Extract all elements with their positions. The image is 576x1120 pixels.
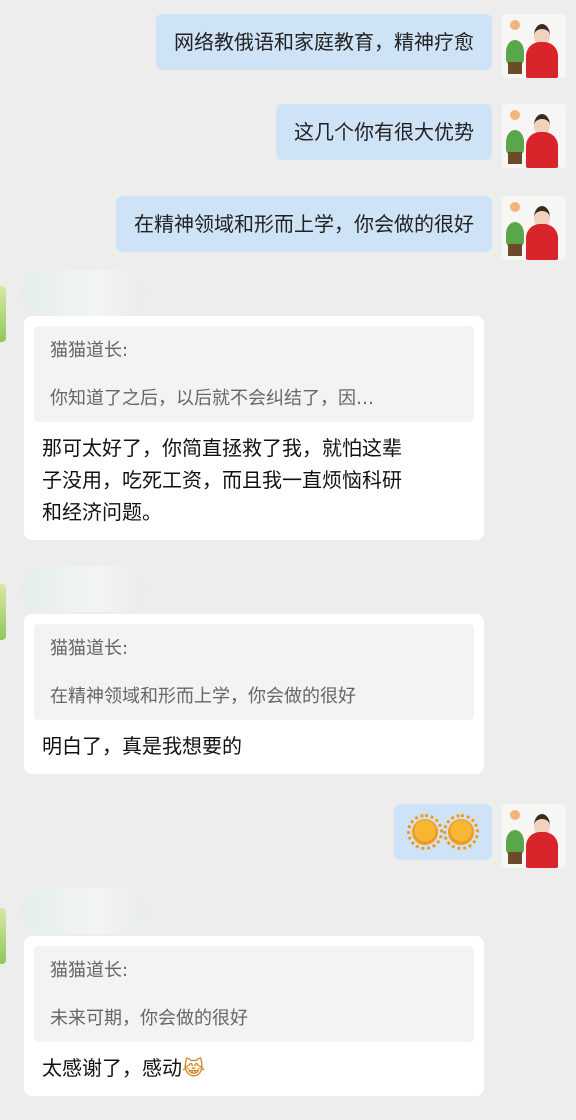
sender-avatar[interactable] [0,286,6,342]
reply-line: 太感谢了，感动 [42,1056,182,1080]
sent-message: 这几个你有很大优势 [276,104,566,168]
reply-line: 和经济问题。 [42,500,162,524]
quoted-message[interactable]: 猫猫道长: 你知道了之后，以后就不会纠结了，因… [34,326,474,422]
sender-avatar[interactable] [0,584,6,640]
sun-emoji-icon [443,813,479,850]
quote-text: 未来可期，你会做的很好 [50,1008,248,1029]
reply-line: 明白了，真是我想要的 [42,734,242,758]
quote-text: 你知道了之后，以后就不会纠结了，因… [50,388,374,409]
sent-bubble[interactable]: 在精神领域和形而上学，你会做的很好 [116,196,492,252]
sender-avatar[interactable] [0,908,6,964]
reply-line: 子没用，吃死工资，而且我一直烦恼科研 [42,468,402,492]
reply-line: 那可太好了，你简直拯救了我，就怕这辈 [42,436,402,460]
sent-message: 网络教俄语和家庭教育，精神疗愈 [156,14,566,78]
quoted-message[interactable]: 猫猫道长: 未来可期，你会做的很好 [34,946,474,1042]
sender-name-blurred [22,566,146,612]
avatar[interactable] [502,804,566,868]
reply-text: 太感谢了，感动😹 [24,1042,484,1096]
sent-bubble[interactable]: 这几个你有很大优势 [276,104,492,160]
sun-emoji-icon [406,813,443,850]
message-card[interactable]: 猫猫道长: 未来可期，你会做的很好 太感谢了，感动😹 [24,936,484,1096]
sender-name-blurred [22,270,146,316]
message-card[interactable]: 猫猫道长: 你知道了之后，以后就不会纠结了，因… 那可太好了，你简直拯救了我，就… [24,316,484,540]
crying-cat-emoji-icon: 😹 [182,1056,206,1080]
avatar[interactable] [502,14,566,78]
reply-text: 明白了，真是我想要的 [24,720,484,774]
quote-text: 在精神领域和形而上学，你会做的很好 [50,686,356,707]
reply-text: 那可太好了，你简直拯救了我，就怕这辈 子没用，吃死工资，而且我一直烦恼科研 和经… [24,422,484,540]
quote-author: 猫猫道长: [50,638,129,659]
quote-author: 猫猫道长: [50,960,129,981]
sender-name-blurred [22,888,146,934]
quote-author: 猫猫道长: [50,340,129,361]
sent-message [393,804,566,868]
sent-bubble[interactable]: 网络教俄语和家庭教育，精神疗愈 [156,14,492,70]
sent-message: 在精神领域和形而上学，你会做的很好 [116,196,566,260]
avatar[interactable] [502,104,566,168]
message-card[interactable]: 猫猫道长: 在精神领域和形而上学，你会做的很好 明白了，真是我想要的 [24,614,484,774]
quoted-message[interactable]: 猫猫道长: 在精神领域和形而上学，你会做的很好 [34,624,474,720]
sent-bubble[interactable] [393,804,492,860]
avatar[interactable] [502,196,566,260]
